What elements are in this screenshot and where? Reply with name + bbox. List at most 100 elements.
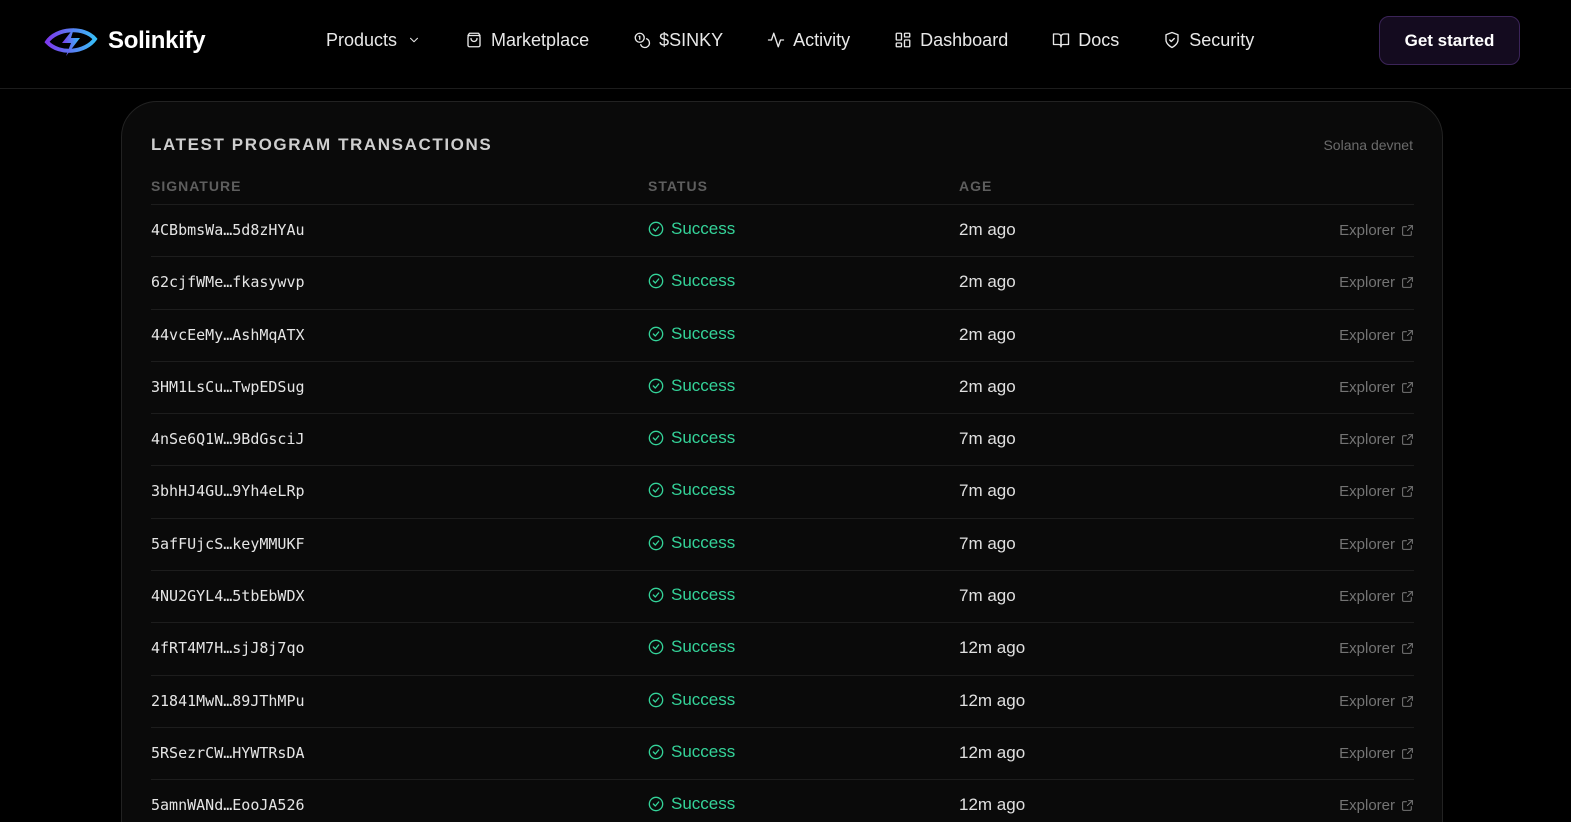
transaction-signature[interactable]: 44vcEeMy…AshMqATX [151,326,305,344]
explorer-link[interactable]: Explorer [1339,222,1414,239]
transaction-age: 2m ago [959,220,1016,239]
dashboard-grid-icon [895,32,911,48]
shield-check-icon [1165,31,1179,49]
status-label: Success [671,480,736,500]
transaction-signature[interactable]: 4CBbmsWa…5d8zHYAu [151,221,305,239]
transaction-signature[interactable]: 5amnWANd…EooJA526 [151,796,305,814]
table-row: 21841MwN…89JThMPu Success 12m ago Explorer [151,674,1414,727]
check-circle-icon [648,535,664,551]
nav-security-label: Security [1189,29,1255,50]
explorer-link-label: Explorer [1339,640,1395,658]
column-header-signature: SIGNATURE [151,178,242,194]
nav-docs-label: Docs [1078,29,1120,50]
status-badge: Success [648,585,735,605]
status-badge: Success [648,324,735,344]
explorer-link[interactable]: Explorer [1339,327,1414,344]
nav-security[interactable]: Security [1163,28,1254,52]
transaction-signature[interactable]: 4nSe6Q1W…9BdGsciJ [151,430,305,448]
explorer-link[interactable]: Explorer [1339,588,1414,605]
explorer-link[interactable]: Explorer [1339,640,1414,657]
transaction-age: 12m ago [959,638,1026,658]
shopping-bag-icon [467,32,481,48]
transaction-signature[interactable]: 4fRT4M7H…sjJ8j7qo [151,639,305,657]
check-circle-icon [648,692,664,708]
explorer-link[interactable]: Explorer [1339,483,1414,500]
external-link-icon [1402,748,1413,759]
check-circle-icon [648,587,664,603]
table-row: 4NU2GYL4…5tbEbWDX Success 7m ago Explorer [151,570,1414,622]
brand-logo[interactable]: Solinkify [44,22,206,60]
status-badge: Success [648,742,735,762]
explorer-link[interactable]: Explorer [1339,379,1414,396]
check-circle-icon [648,221,664,237]
nav-docs[interactable]: Docs [1052,28,1119,52]
get-started-button[interactable]: Get started [1379,16,1520,65]
external-link-icon [1402,695,1413,707]
nav-products-label: Products [326,29,398,50]
transaction-age: 2m ago [959,324,1016,344]
check-circle-icon [648,430,664,446]
transaction-signature[interactable]: 3HM1LsCu…TwpEDSug [151,378,305,396]
explorer-link[interactable]: Explorer [1339,536,1414,553]
transaction-age: 12m ago [959,795,1026,815]
explorer-link-label: Explorer [1339,274,1395,292]
table-row: 44vcEeMy…AshMqATX Success 2m ago Explorer [151,308,1414,361]
transaction-signature[interactable]: 62cjfWMe…fkasywvp [151,273,305,291]
explorer-link[interactable]: Explorer [1339,745,1414,762]
explorer-link-label: Explorer [1339,431,1395,449]
nav-token[interactable]: $SINKY [633,28,723,52]
transaction-signature[interactable]: 5RSezrCW…HYWTRsDA [151,744,305,762]
transaction-age: 12m ago [959,690,1026,710]
check-circle-icon [648,640,664,655]
transaction-signature[interactable]: 4NU2GYL4…5tbEbWDX [151,587,305,605]
nav-dashboard[interactable]: Dashboard [894,28,1008,52]
lightning-eye-logo-icon [44,28,98,56]
transaction-signature[interactable]: 21841MwN…89JThMPu [151,692,305,710]
coins-icon [634,32,651,49]
status-label: Success [671,794,736,814]
explorer-link[interactable]: Explorer [1339,274,1414,291]
nav-marketplace[interactable]: Marketplace [465,28,589,52]
chevron-down-icon [410,37,419,43]
external-link-icon [1402,800,1413,812]
nav-token-label: $SINKY [659,29,724,50]
transaction-signature[interactable]: 5afFUjcS…keyMMUKF [151,535,305,553]
transaction-age: 7m ago [959,586,1016,606]
status-label: Success [671,271,736,291]
transaction-age: 7m ago [959,533,1016,553]
book-open-icon [1053,33,1070,48]
transaction-signature[interactable]: 3bhHJ4GU…9Yh4eLRp [151,482,305,500]
explorer-link[interactable]: Explorer [1339,693,1414,710]
status-label: Success [671,689,736,709]
status-badge: Success [648,219,735,239]
explorer-link-label: Explorer [1339,222,1395,239]
transaction-age: 12m ago [959,742,1026,762]
explorer-link[interactable]: Explorer [1339,797,1414,814]
nav-activity-label: Activity [793,29,851,50]
network-label: Solana devnet [1323,137,1413,153]
explorer-link-label: Explorer [1339,326,1395,344]
card-title: LATEST PROGRAM TRANSACTIONS [151,135,493,154]
activity-pulse-icon [767,32,785,48]
nav-marketplace-label: Marketplace [491,29,590,50]
nav-activity[interactable]: Activity [767,28,850,52]
check-circle-icon [648,326,664,341]
nav-dashboard-label: Dashboard [920,29,1009,50]
nav-products[interactable]: Products [326,28,421,52]
check-circle-icon [648,744,664,760]
external-link-icon [1402,381,1413,393]
status-badge: Success [648,480,735,500]
explorer-link-label: Explorer [1339,483,1395,501]
explorer-link[interactable]: Explorer [1339,431,1414,448]
status-label: Success [671,741,736,761]
site-header: Solinkify Products Marketplace $SINKY Ac… [0,0,1571,89]
status-label: Success [671,219,736,238]
status-label: Success [671,428,736,448]
external-link-icon [1402,329,1413,341]
column-header-status: STATUS [648,178,708,194]
table-row: 5RSezrCW…HYWTRsDA Success 12m ago Explorer [151,726,1414,779]
transactions-table: 4CBbmsWa…5d8zHYAu Success 2m ago Explorer 62… [151,204,1414,822]
check-circle-icon [648,796,664,812]
explorer-link-label: Explorer [1339,378,1395,396]
transaction-age: 7m ago [959,429,1016,449]
